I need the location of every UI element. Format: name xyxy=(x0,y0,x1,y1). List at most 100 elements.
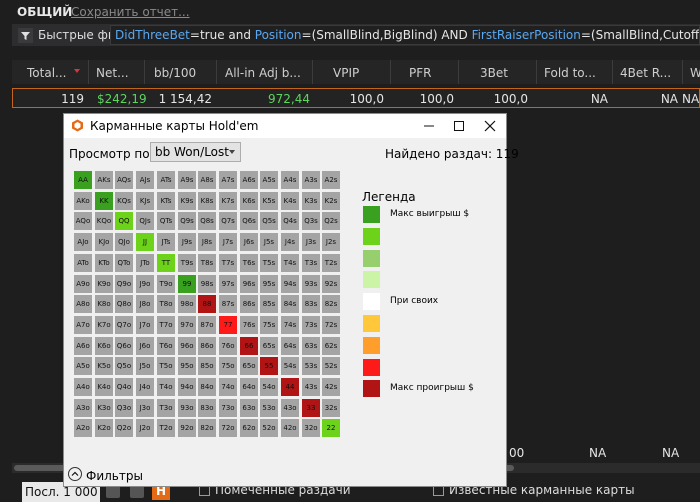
hand-cell-83s[interactable]: 83s xyxy=(302,295,320,313)
hand-cell-96o[interactable]: 96o xyxy=(178,337,196,355)
hand-cell-84s[interactable]: 84s xyxy=(281,295,299,313)
col-net-won[interactable]: Net... xyxy=(96,66,129,80)
view-by-select[interactable]: bb Won/Lost xyxy=(150,142,241,162)
filters-label[interactable]: Фильтры xyxy=(86,469,143,483)
hand-cell-KK[interactable]: KK xyxy=(95,192,113,210)
hand-cell-65s[interactable]: 65s xyxy=(260,337,278,355)
hand-cell-T3o[interactable]: T3o xyxy=(157,399,175,417)
hand-cell-T7o[interactable]: T7o xyxy=(157,316,175,334)
hand-cell-T2o[interactable]: T2o xyxy=(157,419,175,437)
hand-cell-95s[interactable]: 95s xyxy=(260,275,278,293)
hand-cell-A8s[interactable]: A8s xyxy=(198,171,216,189)
hand-cell-K2o[interactable]: K2o xyxy=(95,419,113,437)
hand-cell-J3o[interactable]: J3o xyxy=(136,399,154,417)
hand-cell-97o[interactable]: 97o xyxy=(178,316,196,334)
hand-cell-A3o[interactable]: A3o xyxy=(74,399,92,417)
hand-cell-Q6o[interactable]: Q6o xyxy=(115,337,133,355)
hand-cell-53s[interactable]: 53s xyxy=(302,357,320,375)
hand-cell-93s[interactable]: 93s xyxy=(302,275,320,293)
hand-cell-J9o[interactable]: J9o xyxy=(136,275,154,293)
tab-general[interactable]: ОБЩИЙ xyxy=(17,5,72,19)
hand-cell-J2o[interactable]: J2o xyxy=(136,419,154,437)
hand-cell-K3s[interactable]: K3s xyxy=(302,192,320,210)
hand-cell-76s[interactable]: 76s xyxy=(240,316,258,334)
hand-cell-AKo[interactable]: AKo xyxy=(74,192,92,210)
hand-cell-54s[interactable]: 54s xyxy=(281,357,299,375)
hand-cell-K6o[interactable]: K6o xyxy=(95,337,113,355)
hand-cell-AKs[interactable]: AKs xyxy=(95,171,113,189)
hand-cell-AJs[interactable]: AJs xyxy=(136,171,154,189)
hand-cell-A7s[interactable]: A7s xyxy=(219,171,237,189)
hand-cell-98o[interactable]: 98o xyxy=(178,295,196,313)
hand-cell-85s[interactable]: 85s xyxy=(260,295,278,313)
hand-cell-T8s[interactable]: T8s xyxy=(198,254,216,272)
hand-cell-J2s[interactable]: J2s xyxy=(322,233,340,251)
hand-cell-K3o[interactable]: K3o xyxy=(95,399,113,417)
hand-cell-95o[interactable]: 95o xyxy=(178,357,196,375)
hand-cell-92o[interactable]: 92o xyxy=(178,419,196,437)
hand-cell-T4o[interactable]: T4o xyxy=(157,378,175,396)
hand-cell-82o[interactable]: 82o xyxy=(198,419,216,437)
hand-cell-42o[interactable]: 42o xyxy=(281,419,299,437)
hand-cell-Q7s[interactable]: Q7s xyxy=(219,212,237,230)
hand-cell-32s[interactable]: 32s xyxy=(322,399,340,417)
col-3bet[interactable]: 3Bet xyxy=(480,66,508,80)
hand-cell-K2s[interactable]: K2s xyxy=(322,192,340,210)
hand-cell-A8o[interactable]: A8o xyxy=(74,295,92,313)
hand-cell-T6s[interactable]: T6s xyxy=(240,254,258,272)
hand-cell-84o[interactable]: 84o xyxy=(198,378,216,396)
hand-cell-52s[interactable]: 52s xyxy=(322,357,340,375)
hand-cell-Q7o[interactable]: Q7o xyxy=(115,316,133,334)
hand-cell-99[interactable]: 99 xyxy=(178,275,196,293)
hand-cell-A6s[interactable]: A6s xyxy=(240,171,258,189)
hand-cell-JJ[interactable]: JJ xyxy=(136,233,154,251)
hand-cell-JTs[interactable]: JTs xyxy=(157,233,175,251)
hand-cell-K5s[interactable]: K5s xyxy=(260,192,278,210)
hand-cell-T5s[interactable]: T5s xyxy=(260,254,278,272)
hand-cell-T2s[interactable]: T2s xyxy=(322,254,340,272)
hand-cell-44[interactable]: 44 xyxy=(281,378,299,396)
hand-cell-K6s[interactable]: K6s xyxy=(240,192,258,210)
hand-cell-A9o[interactable]: A9o xyxy=(74,275,92,293)
hand-cell-22[interactable]: 22 xyxy=(322,419,340,437)
hand-cell-ATo[interactable]: ATo xyxy=(74,254,92,272)
hand-cell-J6o[interactable]: J6o xyxy=(136,337,154,355)
hand-cell-Q6s[interactable]: Q6s xyxy=(240,212,258,230)
hand-cell-98s[interactable]: 98s xyxy=(198,275,216,293)
hand-cell-J7o[interactable]: J7o xyxy=(136,316,154,334)
hand-cell-87o[interactable]: 87o xyxy=(198,316,216,334)
hand-cell-K5o[interactable]: K5o xyxy=(95,357,113,375)
col-pfr[interactable]: PFR xyxy=(409,66,431,80)
hand-cell-A4o[interactable]: A4o xyxy=(74,378,92,396)
hand-cell-K4s[interactable]: K4s xyxy=(281,192,299,210)
hand-cell-74o[interactable]: 74o xyxy=(219,378,237,396)
hand-cell-QJs[interactable]: QJs xyxy=(136,212,154,230)
hand-cell-86o[interactable]: 86o xyxy=(198,337,216,355)
save-report-link[interactable]: Сохранить отчет... xyxy=(71,5,190,19)
hand-cell-J8o[interactable]: J8o xyxy=(136,295,154,313)
hand-cell-55[interactable]: 55 xyxy=(260,357,278,375)
hand-cell-J3s[interactable]: J3s xyxy=(302,233,320,251)
hand-cell-Q3o[interactable]: Q3o xyxy=(115,399,133,417)
hand-cell-QTo[interactable]: QTo xyxy=(115,254,133,272)
hand-cell-75o[interactable]: 75o xyxy=(219,357,237,375)
hand-cell-AQo[interactable]: AQo xyxy=(74,212,92,230)
hand-cell-33[interactable]: 33 xyxy=(302,399,320,417)
hand-cell-43s[interactable]: 43s xyxy=(302,378,320,396)
hand-cell-QQ[interactable]: QQ xyxy=(115,212,133,230)
hand-cell-73o[interactable]: 73o xyxy=(219,399,237,417)
hand-cell-75s[interactable]: 75s xyxy=(260,316,278,334)
hand-cell-Q5s[interactable]: Q5s xyxy=(260,212,278,230)
hand-cell-77[interactable]: 77 xyxy=(219,316,237,334)
hand-cell-94s[interactable]: 94s xyxy=(281,275,299,293)
hand-cell-KQs[interactable]: KQs xyxy=(115,192,133,210)
hand-cell-73s[interactable]: 73s xyxy=(302,316,320,334)
hand-cell-T9o[interactable]: T9o xyxy=(157,275,175,293)
hand-cell-J5s[interactable]: J5s xyxy=(260,233,278,251)
hand-cell-QJo[interactable]: QJo xyxy=(115,233,133,251)
hand-cell-T8o[interactable]: T8o xyxy=(157,295,175,313)
hand-cell-97s[interactable]: 97s xyxy=(219,275,237,293)
hand-cell-AA[interactable]: AA xyxy=(74,171,92,189)
hand-cell-A4s[interactable]: A4s xyxy=(281,171,299,189)
hand-cell-Q9o[interactable]: Q9o xyxy=(115,275,133,293)
